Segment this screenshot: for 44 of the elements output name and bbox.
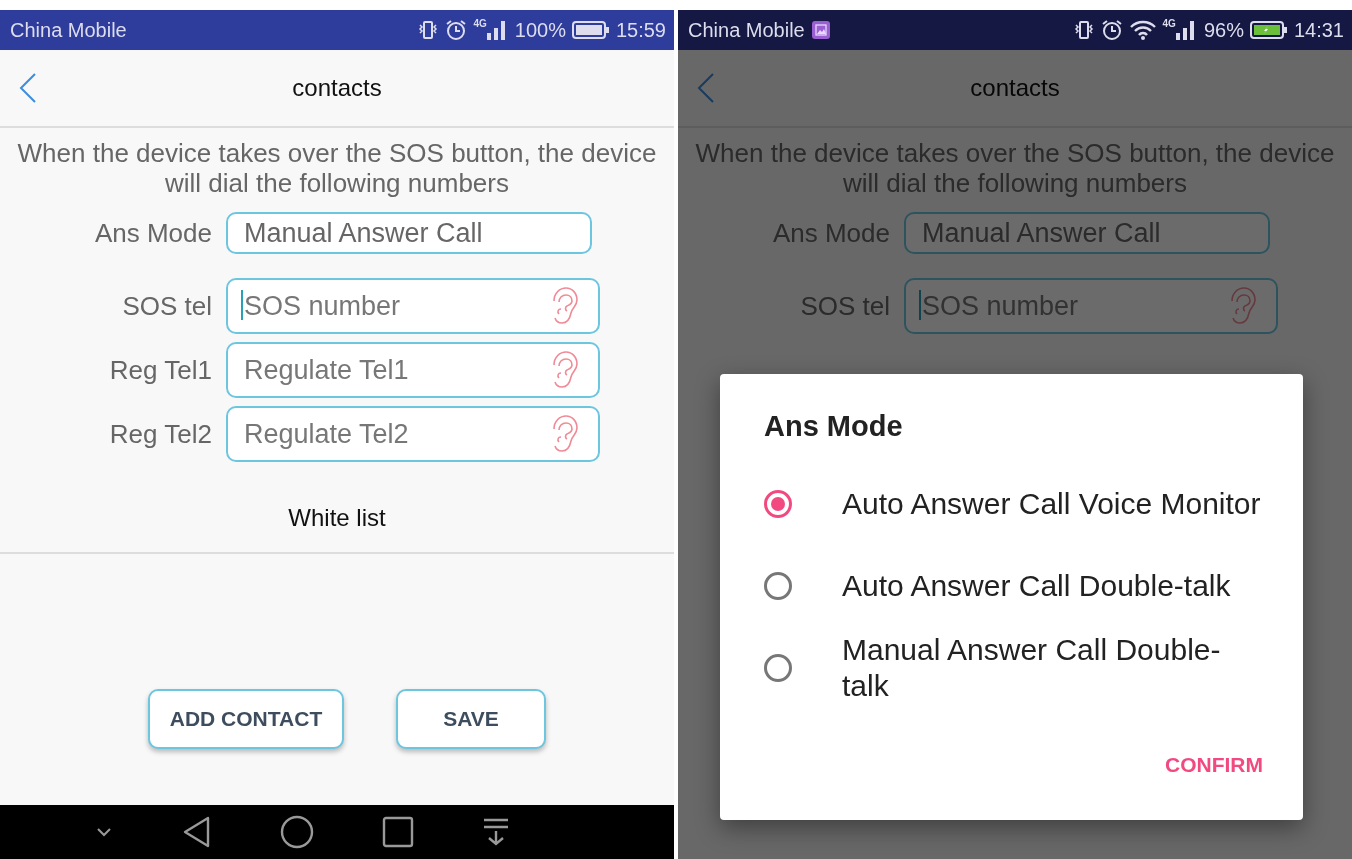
- description-text: When the device takes over the SOS button, the device will dial the following numbers: [694, 138, 1336, 198]
- back-icon[interactable]: [182, 815, 212, 849]
- description-text: When the device takes over the SOS button, the device will dial the following numbers: [16, 138, 658, 198]
- mode-select-field[interactable]: Manual Answer Call: [226, 212, 592, 254]
- section-title: White list: [287, 504, 387, 532]
- field-label: Reg Tel2: [108, 418, 212, 450]
- vibrate-icon: [1072, 20, 1095, 40]
- field-label: SOS tel: [799, 290, 890, 322]
- chevron-down-icon[interactable]: [94, 825, 114, 839]
- add-contact-button[interactable]: ADD CONTACT: [148, 689, 344, 749]
- phone-input-field[interactable]: SOS number: [226, 278, 600, 334]
- phone-input-field[interactable]: Regulate Tel2: [226, 406, 600, 462]
- save-button[interactable]: SAVE: [396, 689, 546, 749]
- carrier-name: China Mobile: [688, 18, 805, 42]
- back-chevron-icon: [696, 72, 716, 104]
- alarm-icon: [1100, 19, 1123, 41]
- alarm-icon: [445, 19, 468, 41]
- radio-button[interactable]: [764, 654, 792, 682]
- screen-title: contacts: [970, 74, 1060, 102]
- clock-time: 14:31: [1293, 18, 1344, 42]
- carrier-name: China Mobile: [10, 18, 127, 42]
- home-icon[interactable]: [280, 815, 314, 849]
- recents-icon[interactable]: [382, 816, 414, 848]
- dialog-title: Ans Mode: [764, 410, 904, 443]
- screen-title: contacts: [292, 74, 382, 102]
- battery-percent: 96%: [1203, 18, 1244, 42]
- vibrate-icon: [417, 20, 440, 40]
- network-type: 4G: [1162, 17, 1176, 29]
- radio-button[interactable]: [764, 572, 792, 600]
- field-label: SOS tel: [121, 290, 212, 322]
- clock-time: 15:59: [615, 18, 666, 42]
- field-label: Ans Mode: [93, 217, 212, 249]
- option-label[interactable]: Auto Answer Call Voice Monitor: [842, 486, 1261, 522]
- battery-percent: 100%: [514, 18, 566, 42]
- phone-input-field[interactable]: Regulate Tel1: [226, 342, 600, 398]
- network-type: 4G: [473, 17, 487, 29]
- field-label: Ans Mode: [771, 217, 890, 249]
- radio-button[interactable]: [764, 490, 792, 518]
- notification-pull-icon[interactable]: [482, 817, 510, 847]
- option-label[interactable]: Manual Answer Call Double-talk: [842, 632, 1262, 704]
- option-label[interactable]: Auto Answer Call Double-talk: [842, 568, 1231, 604]
- field-label: Reg Tel1: [108, 354, 212, 386]
- phone-input-field[interactable]: SOS number: [904, 278, 1278, 334]
- back-chevron-icon: [18, 72, 38, 104]
